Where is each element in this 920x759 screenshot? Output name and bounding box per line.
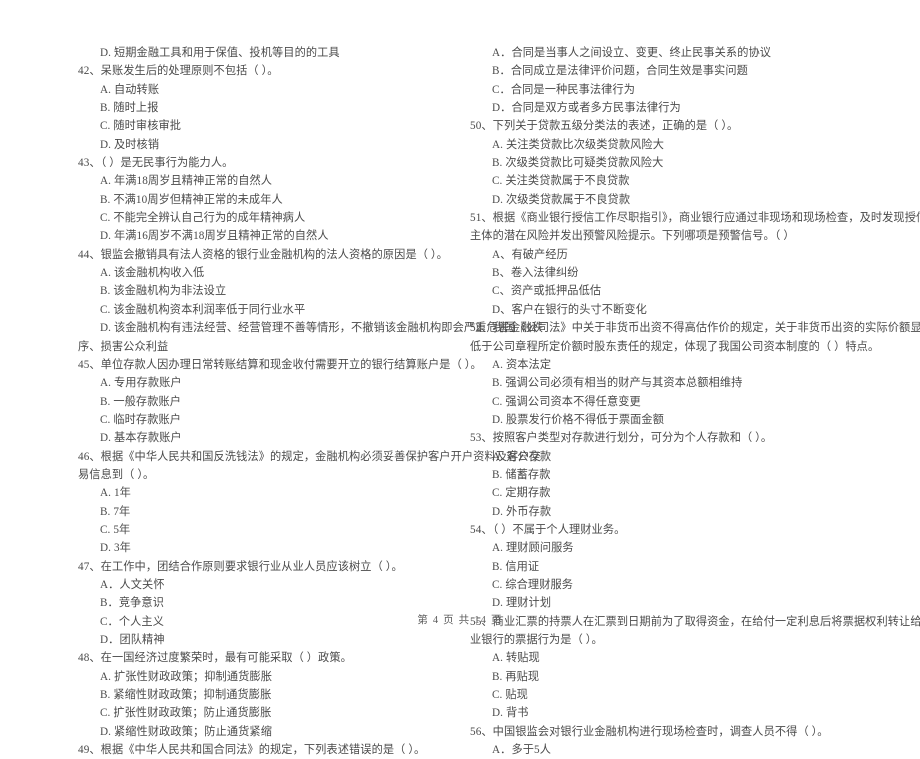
question-option: D. 次级类贷款属于不良贷款	[492, 193, 631, 206]
question-block: 52、我国《公司法》中关于非货币出资不得高估作价的规定，关于非货币出资的实际价额…	[470, 319, 920, 429]
question-option: A. 对公存款	[492, 450, 552, 463]
question-stem-continuation: 业银行的票据行为是（ ）。	[470, 634, 603, 646]
question-stem: 50、下列关于贷款五级分类法的表述，正确的是（ ）。	[470, 120, 739, 133]
question-block: 54、（ ）不属于个人理财业务。 A. 理财顾问服务 B. 信用证 C. 综合理财服务…	[470, 521, 855, 613]
question-block: 45、单位存款人因办理日常转账结算和现金收付需要开立的银行结算账户是（ ）。 A.…	[78, 356, 482, 448]
question-option: D、客户在银行的头寸不断变化	[492, 303, 647, 316]
question-stem: 52、我国《公司法》中关于非货币出资不得高估作价的规定，关于非货币出资的实际价额…	[470, 322, 920, 335]
question-option: C、资产或抵押品低估	[492, 285, 602, 298]
question-option: B. 次级类贷款比可疑类贷款风险大	[492, 157, 664, 170]
question-option: C. 5年	[100, 523, 131, 536]
question-option: A. 扩张性财政政策；抑制通货膨胀	[100, 670, 272, 683]
question-stem: 43、（ ）是无民事行为能力人。	[78, 157, 234, 170]
question-block: 50、下列关于贷款五级分类法的表述，正确的是（ ）。 A. 关注类贷款比次级类贷款…	[470, 117, 855, 209]
question-option: C. 随时审核审批	[100, 120, 182, 133]
option-continuation: 序、损害公众利益	[78, 340, 169, 353]
question-option: C. 临时存款账户	[100, 413, 182, 426]
question-stem: 44、银监会撤销具有法人资格的银行业金融机构的法人资格的原因是（ ）。	[78, 248, 448, 261]
question-option: D. 该金融机构有违法经营、经营管理不善等情形，不撤销该金融机构即会严重危害金融…	[100, 322, 543, 335]
question-option: A. 自动转账	[100, 83, 160, 96]
question-block: 43、（ ）是无民事行为能力人。 A. 年满18周岁且精神正常的自然人 B. 不满1…	[78, 154, 463, 246]
option-line: C．合同是一种民事法律行为	[492, 83, 636, 96]
question-option: C. 贴现	[492, 689, 528, 702]
question-stem: 53、按照客户类型对存款进行划分，可分为个人存款和（ ）。	[470, 432, 773, 445]
question-option: B. 该金融机构为非法设立	[100, 285, 227, 298]
question-stem: 45、单位存款人因办理日常转账结算和现金收付需要开立的银行结算账户是（ ）。	[78, 358, 482, 371]
question-option: A. 转贴现	[492, 652, 540, 665]
question-stem-continuation: 易信息到（ ）。	[78, 468, 155, 481]
question-option: D. 股票发行价格不得低于票面金额	[492, 413, 664, 426]
question-option: A．多于5人	[492, 744, 552, 757]
question-stem-continuation: 主体的潜在风险并发出预警风险提示。下列哪项是预警信号。（ ）	[470, 230, 795, 243]
question-block: 44、银监会撤销具有法人资格的银行业金融机构的法人资格的原因是（ ）。 A. 该金…	[78, 246, 543, 356]
question-option: D. 理财计划	[492, 597, 552, 610]
question-option: B、卷入法律纠纷	[492, 267, 579, 280]
question-option: B. 随时上报	[100, 102, 159, 115]
exam-page: D. 短期金融工具和用于保值、投机等目的的工具 42、呆账发生后的处理原则不包括（…	[0, 0, 920, 756]
question-option: B. 储蓄存款	[492, 468, 551, 481]
question-option: A. 资本法定	[492, 358, 552, 371]
question-block: 49、根据《中华人民共和国合同法》的规定，下列表述错误的是（ ）。	[78, 741, 463, 759]
question-option: B．竞争意识	[100, 597, 164, 610]
question-block: 48、在一国经济过度繁荣时，最有可能采取（ ）政策。 A. 扩张性财政政策；抑制通…	[78, 649, 463, 741]
question-stem: 56、中国银监会对银行业金融机构进行现场检查时，调查人员不得（ ）。	[470, 725, 829, 738]
left-column: D. 短期金融工具和用于保值、投机等目的的工具 42、呆账发生后的处理原则不包括（…	[78, 44, 543, 759]
question-option: A. 关注类贷款比次级类贷款风险大	[492, 138, 664, 151]
right-column: A．合同是当事人之间设立、变更、终止民事关系的协议 B．合同成立是法律评价问题，合…	[470, 44, 920, 759]
question-option: C. 定期存款	[492, 487, 551, 500]
question-option: C. 综合理财服务	[492, 578, 574, 591]
question-option: B. 7年	[100, 505, 131, 518]
question-block: 42、呆账发生后的处理原则不包括（ ）。 A. 自动转账 B. 随时上报 C. 随时审…	[78, 62, 463, 154]
question-stem: 48、在一国经济过度繁荣时，最有可能采取（ ）政策。	[78, 652, 352, 665]
question-option: D. 及时核销	[100, 138, 160, 151]
question-stem: 49、根据《中华人民共和国合同法》的规定，下列表述错误的是（ ）。	[78, 744, 426, 757]
question-block: 55、商业汇票的持票人在汇票到日期前为了取得资金，在给付一定利息后将票据权利转让…	[470, 613, 920, 723]
question-option: A. 该金融机构收入低	[100, 267, 205, 280]
page-footer: 第 4 页 共 14 页	[417, 615, 503, 626]
question-option: B. 不满10周岁但精神正常的未成年人	[100, 193, 283, 206]
question-stem: 42、呆账发生后的处理原则不包括（ ）。	[78, 65, 279, 78]
question-block: D. 短期金融工具和用于保值、投机等目的的工具	[78, 44, 463, 62]
question-option: A. 1年	[100, 487, 131, 500]
question-block: 56、中国银监会对银行业金融机构进行现场检查时，调查人员不得（ ）。 A．多于5人	[470, 723, 855, 759]
question-option: D. 基本存款账户	[100, 432, 182, 445]
question-block: 51、根据《商业银行授信工作尽职指引》，商业银行应通过非现场和现场检查，及时发现…	[470, 209, 920, 319]
question-option: C. 强调公司资本不得任意变更	[492, 395, 641, 408]
question-option: A、有破产经历	[492, 248, 568, 261]
question-block: 47、在工作中，团结合作原则要求银行业从业人员应该树立（ ）。 A．人文关怀 B．竞…	[78, 558, 463, 650]
question-option: A．人文关怀	[100, 578, 165, 591]
option-line: D．合同是双方或者多方民事法律行为	[492, 102, 681, 115]
question-stem: 46、根据《中华人民共和国反洗钱法》的规定，金融机构必须妥善保护客户开户资料及客…	[78, 450, 541, 463]
question-option: A. 专用存款账户	[100, 377, 182, 390]
question-stem: 51、根据《商业银行授信工作尽职指引》，商业银行应通过非现场和现场检查，及时发现…	[470, 212, 920, 225]
option-line: A．合同是当事人之间设立、变更、终止民事关系的协议	[492, 47, 772, 59]
question-option: A. 年满18周岁且精神正常的自然人	[100, 175, 273, 188]
question-option: C. 不能完全辨认自己行为的成年精神病人	[100, 212, 306, 225]
question-option: B. 紧缩性财政政策；抑制通货膨胀	[100, 689, 272, 702]
question-option: A. 理财顾问服务	[492, 542, 574, 555]
question-option: C. 该金融机构资本利润率低于同行业水平	[100, 303, 306, 316]
question-block: 53、按照客户类型对存款进行划分，可分为个人存款和（ ）。 A. 对公存款 B. 储…	[470, 429, 855, 521]
question-option: C. 扩张性财政政策；防止通货膨胀	[100, 707, 272, 720]
question-option: D. 3年	[100, 542, 131, 555]
question-block: A．合同是当事人之间设立、变更、终止民事关系的协议 B．合同成立是法律评价问题，合…	[470, 44, 855, 117]
question-option: B. 信用证	[492, 560, 540, 573]
question-option: B. 强调公司必须有相当的财产与其资本总额相维持	[492, 377, 743, 390]
question-option: B. 再贴现	[492, 670, 540, 683]
question-stem-continuation: 低于公司章程所定价额时股东责任的规定，体现了我国公司资本制度的（ ）特点。	[470, 340, 880, 353]
option-line: B．合同成立是法律评价问题，合同生效是事实问题	[492, 65, 748, 78]
question-option: D．团队精神	[100, 634, 165, 646]
question-option: D. 背书	[492, 707, 529, 720]
question-stem: 47、在工作中，团结合作原则要求银行业从业人员应该树立（ ）。	[78, 560, 403, 573]
question-stem: 54、（ ）不属于个人理财业务。	[470, 523, 626, 536]
question-option: D. 年满16周岁不满18周岁且精神正常的自然人	[100, 230, 329, 243]
question-option: B. 一般存款账户	[100, 395, 182, 408]
question-block: 46、根据《中华人民共和国反洗钱法》的规定，金融机构必须妥善保护客户开户资料及客…	[78, 448, 541, 558]
question-option: C. 关注类贷款属于不良贷款	[492, 175, 630, 188]
question-option: D. 外币存款	[492, 505, 552, 518]
question-option: D. 紧缩性财政政策；防止通货紧缩	[100, 725, 272, 738]
option-line: D. 短期金融工具和用于保值、投机等目的的工具	[100, 47, 340, 59]
